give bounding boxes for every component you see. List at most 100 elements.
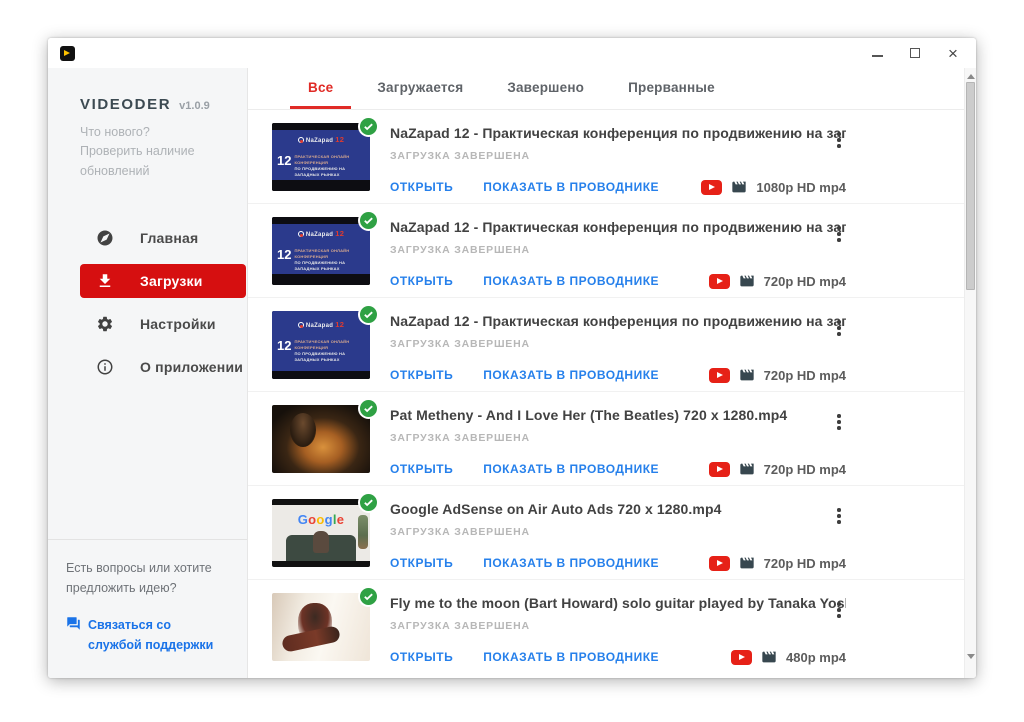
download-item: Google Google AdSense on Air Auto Ads 72… (248, 486, 964, 580)
tab-bar: Все Загружается Завершено Прерванные (248, 68, 976, 110)
film-icon (739, 461, 755, 477)
more-options-button[interactable] (830, 506, 848, 526)
support-question: Есть вопросы или хотите предложить идею? (66, 558, 227, 599)
check-updates-link[interactable]: Проверить наличие обновлений (80, 142, 229, 181)
tab-completed[interactable]: Завершено (489, 68, 602, 109)
tab-interrupted[interactable]: Прерванные (610, 68, 733, 109)
video-thumbnail[interactable]: NaZapad 12 12 ПРАКТИЧЕСКАЯ ОНЛАЙН КОНФЕР… (272, 311, 370, 379)
sidebar-item-label: Настройки (140, 316, 216, 332)
download-status: ЗАГРУЗКА ЗАВЕРШЕНА (390, 338, 846, 350)
sidebar-item-label: Загрузки (140, 273, 203, 289)
download-status: ЗАГРУЗКА ЗАВЕРШЕНА (390, 150, 846, 162)
video-title: NaZapad 12 - Практическая конференция по… (390, 125, 846, 141)
chat-icon (66, 616, 81, 631)
titlebar: × (48, 38, 976, 68)
download-item: NaZapad 12 12 ПРАКТИЧЕСКАЯ ОНЛАЙН КОНФЕР… (248, 110, 964, 204)
quality-label: 720p HD mp4 (764, 274, 846, 289)
download-item: NaZapad 12 12 ПРАКТИЧЕСКАЯ ОНЛАЙН КОНФЕР… (248, 204, 964, 298)
support-section: Есть вопросы или хотите предложить идею?… (48, 539, 247, 679)
close-button[interactable]: × (946, 46, 960, 60)
compass-icon (96, 229, 114, 247)
app-name: VIDEODER (80, 96, 171, 113)
show-in-explorer-link[interactable]: ПОКАЗАТЬ В ПРОВОДНИКЕ (483, 462, 659, 476)
main-panel: Все Загружается Завершено Прерванные NaZ… (248, 68, 976, 678)
contact-support-label: Связаться со службой поддержки (88, 615, 227, 656)
downloads-list: NaZapad 12 12 ПРАКТИЧЕСКАЯ ОНЛАЙН КОНФЕР… (248, 110, 976, 678)
google-logo: Google (272, 512, 370, 527)
film-icon (739, 367, 755, 383)
download-item: Fly me to the moon (Bart Howard) solo gu… (248, 580, 964, 674)
sidebar-item-about[interactable]: О приложении (80, 350, 247, 384)
sidebar-nav: Главная Загрузки Настройки О приложении (48, 221, 247, 384)
download-status: ЗАГРУЗКА ЗАВЕРШЕНА (390, 244, 846, 256)
whats-new-link[interactable]: Что нового? (80, 123, 229, 142)
quality-label: 720p HD mp4 (764, 462, 846, 477)
video-title: NaZapad 12 - Практическая конференция по… (390, 313, 846, 329)
scrollbar[interactable] (964, 68, 976, 678)
quality-label: 1080p HD mp4 (756, 180, 846, 195)
show-in-explorer-link[interactable]: ПОКАЗАТЬ В ПРОВОДНИКЕ (483, 556, 659, 570)
app-version: v1.0.9 (179, 100, 210, 112)
maximize-button[interactable] (908, 46, 922, 60)
youtube-icon (709, 556, 730, 571)
quality-label: 720p HD mp4 (764, 368, 846, 383)
sidebar-item-downloads[interactable]: Загрузки (80, 264, 246, 298)
more-options-button[interactable] (830, 318, 848, 338)
scrollbar-thumb[interactable] (966, 82, 975, 290)
check-badge-icon (358, 304, 379, 325)
tab-all[interactable]: Все (290, 68, 351, 109)
download-icon (96, 272, 114, 290)
scroll-down-arrow-icon[interactable] (965, 650, 976, 662)
show-in-explorer-link[interactable]: ПОКАЗАТЬ В ПРОВОДНИКЕ (483, 180, 659, 194)
video-title: Fly me to the moon (Bart Howard) solo gu… (390, 595, 846, 611)
video-thumbnail[interactable]: NaZapad 12 12 ПРАКТИЧЕСКАЯ ОНЛАЙН КОНФЕР… (272, 123, 370, 191)
tab-downloading[interactable]: Загружается (359, 68, 481, 109)
contact-support-link[interactable]: Связаться со службой поддержки (66, 615, 227, 656)
open-link[interactable]: ОТКРЫТЬ (390, 274, 453, 288)
check-badge-icon (358, 210, 379, 231)
check-badge-icon (358, 398, 379, 419)
video-title: NaZapad 12 - Практическая конференция по… (390, 219, 846, 235)
minimize-button[interactable] (870, 46, 884, 60)
video-thumbnail[interactable] (272, 405, 370, 473)
open-link[interactable]: ОТКРЫТЬ (390, 462, 453, 476)
youtube-icon (731, 650, 752, 665)
download-item: NaZapad 12 12 ПРАКТИЧЕСКАЯ ОНЛАЙН КОНФЕР… (248, 298, 964, 392)
gear-icon (96, 315, 114, 333)
app-window: × VIDEODER v1.0.9 Что нового? Проверить … (48, 38, 976, 678)
video-title: Google AdSense on Air Auto Ads 720 x 128… (390, 501, 846, 517)
sidebar-item-home[interactable]: Главная (80, 221, 247, 255)
youtube-icon (701, 180, 722, 195)
more-options-button[interactable] (830, 130, 848, 150)
check-badge-icon (358, 116, 379, 137)
sidebar-item-settings[interactable]: Настройки (80, 307, 247, 341)
more-options-button[interactable] (830, 224, 848, 244)
open-link[interactable]: ОТКРЫТЬ (390, 180, 453, 194)
show-in-explorer-link[interactable]: ПОКАЗАТЬ В ПРОВОДНИКЕ (483, 368, 659, 382)
more-options-button[interactable] (830, 600, 848, 620)
film-icon (761, 649, 777, 665)
film-icon (739, 273, 755, 289)
video-thumbnail[interactable]: Google (272, 499, 370, 567)
video-title: Pat Metheny - And I Love Her (The Beatle… (390, 407, 846, 423)
scroll-up-arrow-icon[interactable] (965, 70, 976, 82)
video-thumbnail[interactable]: NaZapad 12 12 ПРАКТИЧЕСКАЯ ОНЛАЙН КОНФЕР… (272, 217, 370, 285)
download-status: ЗАГРУЗКА ЗАВЕРШЕНА (390, 432, 846, 444)
sidebar-item-label: О приложении (140, 359, 243, 375)
sidebar: VIDEODER v1.0.9 Что нового? Проверить на… (48, 68, 248, 678)
download-item: Pat Metheny - And I Love Her (The Beatle… (248, 392, 964, 486)
open-link[interactable]: ОТКРЫТЬ (390, 368, 453, 382)
show-in-explorer-link[interactable]: ПОКАЗАТЬ В ПРОВОДНИКЕ (483, 274, 659, 288)
quality-label: 480p mp4 (786, 650, 846, 665)
video-thumbnail[interactable] (272, 593, 370, 661)
quality-label: 720p HD mp4 (764, 556, 846, 571)
show-in-explorer-link[interactable]: ПОКАЗАТЬ В ПРОВОДНИКЕ (483, 650, 659, 664)
more-options-button[interactable] (830, 412, 848, 432)
youtube-icon (709, 274, 730, 289)
open-link[interactable]: ОТКРЫТЬ (390, 650, 453, 664)
download-status: ЗАГРУЗКА ЗАВЕРШЕНА (390, 620, 846, 632)
sidebar-item-label: Главная (140, 230, 198, 246)
open-link[interactable]: ОТКРЫТЬ (390, 556, 453, 570)
check-badge-icon (358, 586, 379, 607)
check-badge-icon (358, 492, 379, 513)
